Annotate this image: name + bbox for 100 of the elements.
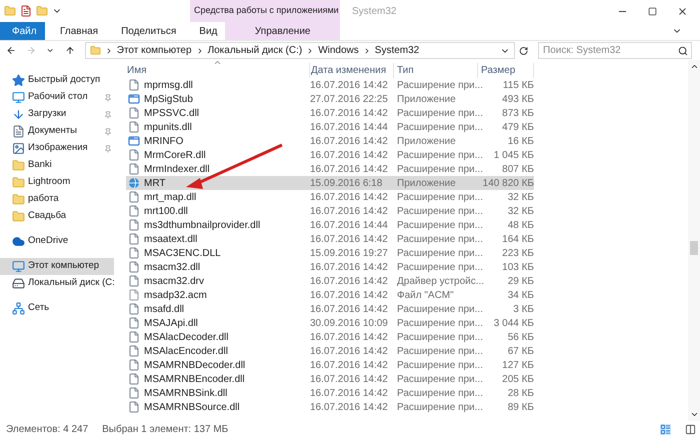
refresh-icon[interactable]	[518, 46, 528, 56]
date-cell-text: 16.07.2016 14:42	[310, 344, 389, 358]
file-name: msadp32.acm	[144, 288, 207, 302]
ribbon-tab[interactable]: Главная	[52, 22, 106, 40]
sidebar-item[interactable]: Загрузки	[0, 106, 114, 123]
details-view-icon[interactable]	[660, 424, 671, 434]
file-row[interactable]: MSAMRNBSink.dll 16.07.2016 14:42 Расширение при... 28 КБ	[126, 386, 534, 400]
file-row[interactable]: MSAMRNBEncoder.dll 16.07.2016 14:42 Расширение при... 205 КБ	[126, 372, 534, 386]
date-cell-text: 30.09.2016 10:09	[310, 316, 389, 330]
file-icon	[128, 289, 140, 301]
properties-icon[interactable]	[20, 5, 32, 17]
file-row[interactable]: MSAlacDecoder.dll 16.07.2016 14:42 Расширение при... 56 КБ	[126, 330, 534, 344]
up-icon[interactable]	[64, 45, 75, 56]
file-row[interactable]: MrmIndexer.dll 16.07.2016 14:42 Расширение при... 807 КБ	[126, 162, 534, 176]
file-row[interactable]: MPSSVC.dll 16.07.2016 14:42 Расширение при... 873 КБ	[126, 106, 534, 120]
document-icon	[12, 125, 25, 138]
file-row[interactable]: MRT 15.09.2016 6:18 Приложение 140 820 КБ	[126, 176, 534, 190]
file-row[interactable]: msacm32.dll 16.07.2016 14:42 Расширение при... 103 КБ	[126, 260, 534, 274]
close-icon[interactable]	[677, 6, 688, 16]
maximize-icon[interactable]	[648, 6, 657, 16]
type-cell-text: Расширение при...	[396, 302, 482, 316]
type-cell-text: Расширение при...	[396, 120, 482, 134]
network-icon	[12, 302, 25, 315]
sidebar-item[interactable]: OneDrive	[0, 233, 114, 250]
file-row[interactable]: MSAJApi.dll 30.09.2016 10:09 Расширение при... 3 044 КБ	[126, 316, 534, 330]
globe-icon	[128, 177, 140, 189]
breadcrumb[interactable]: System32	[374, 43, 420, 58]
file-row[interactable]: mrt100.dll 16.07.2016 14:42 Расширение при... 32 КБ	[126, 204, 534, 218]
type-cell-text: Драйвер устройс...	[396, 274, 482, 288]
ribbon-tab[interactable]: Вид	[191, 22, 226, 40]
pin-icon[interactable]	[104, 128, 112, 136]
sidebar-item[interactable]: Рабочий стол	[0, 89, 114, 106]
column-header[interactable]: Имя	[114, 62, 310, 78]
file-name: MSAMRNBDecoder.dll	[144, 358, 246, 372]
sidebar-item[interactable]: Быстрый доступ	[0, 72, 114, 89]
sidebar-item[interactable]: Banki	[0, 157, 114, 174]
sidebar-item[interactable]: работа	[0, 191, 114, 208]
file-name: MpSigStub	[144, 92, 193, 106]
sidebar-item[interactable]: Документы	[0, 123, 114, 140]
scrollbar[interactable]	[688, 60, 700, 421]
selection-info: Выбран 1 элемент: 137 МБ	[102, 422, 228, 436]
date-cell-text: 16.07.2016 14:42	[310, 162, 389, 176]
sort-caret-icon	[213, 58, 222, 67]
file-row[interactable]: MSAC3ENC.DLL 15.09.2016 19:27 Расширение при... 223 КБ	[126, 246, 534, 260]
breadcrumb[interactable]: Локальный диск (C:)	[208, 43, 302, 58]
pin-icon[interactable]	[104, 94, 112, 102]
file-row[interactable]: MrmCoreR.dll 16.07.2016 14:42 Расширение при... 1 045 КБ	[126, 148, 534, 162]
pin-icon[interactable]	[104, 144, 112, 152]
file-row[interactable]: MSAlacEncoder.dll 16.07.2016 14:42 Расширение при... 67 КБ	[126, 344, 534, 358]
search-field[interactable]: Поиск: System32	[538, 42, 692, 59]
tiles-view-icon[interactable]	[685, 424, 696, 434]
file-row[interactable]: MSAMRNBSource.dll 16.07.2016 14:42 Расширение при... 89 КБ	[126, 400, 534, 414]
file-row[interactable]: MSAMRNBDecoder.dll 16.07.2016 14:42 Расширение при... 127 КБ	[126, 358, 534, 372]
ribbon-tab[interactable]: Управление	[225, 22, 340, 40]
size-cell-text: 103 КБ	[501, 260, 534, 274]
sidebar-item[interactable]: Локальный диск (C:	[0, 275, 114, 292]
file-row[interactable]: MpSigStub 27.07.2016 22:25 Приложение 493 КБ	[126, 92, 534, 106]
breadcrumb[interactable]: Windows	[318, 43, 359, 58]
pin-icon[interactable]	[104, 110, 112, 118]
file-row[interactable]: msacm32.drv 16.07.2016 14:42 Драйвер устройс... 29 КБ	[126, 274, 534, 288]
column-header[interactable]: Размер	[478, 62, 534, 78]
sidebar-item[interactable]: Свадьба	[0, 208, 114, 225]
breadcrumb[interactable]: Этот компьютер	[116, 43, 192, 58]
sidebar-item[interactable]: Lightroom	[0, 174, 114, 191]
recent-caret-icon[interactable]	[46, 46, 55, 55]
column-header[interactable]: Дата изменения	[310, 62, 394, 78]
search-icon	[678, 46, 688, 56]
sidebar-item[interactable]: Этот компьютер	[0, 258, 114, 275]
file-row[interactable]: msafd.dll 16.07.2016 14:42 Расширение при... 3 КБ	[126, 302, 534, 316]
file-row[interactable]: mrt_map.dll 16.07.2016 14:42 Расширение при... 32 КБ	[126, 190, 534, 204]
size-cell-text: 127 КБ	[501, 358, 534, 372]
file-row[interactable]: mpunits.dll 16.07.2016 14:44 Расширение при... 479 КБ	[126, 120, 534, 134]
type-cell-text: Расширение при...	[396, 372, 482, 386]
file-row[interactable]: ms3dthumbnailprovider.dll 16.07.2016 14:44 Расширение при... 48 КБ	[126, 218, 534, 232]
ribbon-tab[interactable]: Файл	[0, 22, 45, 40]
file-row[interactable]: msadp32.acm 16.07.2016 14:42 Файл "ACM" 34 КБ	[126, 288, 534, 302]
size-cell-text: 223 КБ	[501, 246, 534, 260]
window-icon	[128, 93, 140, 105]
type-cell-text: Расширение при...	[396, 330, 482, 344]
date-cell-text: 16.07.2016 14:42	[310, 358, 389, 372]
date-cell-text: 16.07.2016 14:42	[310, 288, 389, 302]
date-cell-text: 16.07.2016 14:42	[310, 134, 389, 148]
sidebar-item[interactable]: Изображения	[0, 140, 114, 157]
column-header[interactable]: Тип	[394, 62, 478, 78]
back-icon[interactable]	[6, 45, 16, 56]
scroll-up-icon[interactable]	[690, 62, 698, 71]
file-row[interactable]: MRINFO 16.07.2016 14:42 Приложение 16 КБ	[126, 134, 534, 148]
type-cell-text: Расширение при...	[396, 260, 482, 274]
file-name: msacm32.dll	[144, 260, 200, 274]
sidebar-item[interactable]: Сеть	[0, 300, 114, 317]
date-cell-text: 16.07.2016 14:42	[310, 372, 389, 386]
type-cell-text: Файл "ACM"	[396, 288, 455, 302]
file-name: MSAlacEncoder.dll	[144, 344, 228, 358]
scroll-down-icon[interactable]	[690, 410, 698, 419]
ribbon-tab[interactable]: Поделиться	[113, 22, 184, 40]
date-cell-text: 16.07.2016 14:42	[310, 232, 389, 246]
address-bar[interactable]: Этот компьютер Локальный диск (C:) Windows System32	[84, 42, 515, 59]
file-row[interactable]: mprmsg.dll 16.07.2016 14:42 Расширение при... 115 КБ	[126, 78, 534, 92]
scroll-thumb[interactable]	[690, 241, 698, 255]
file-row[interactable]: msaatext.dll 16.07.2016 14:42 Расширение при... 164 КБ	[126, 232, 534, 246]
